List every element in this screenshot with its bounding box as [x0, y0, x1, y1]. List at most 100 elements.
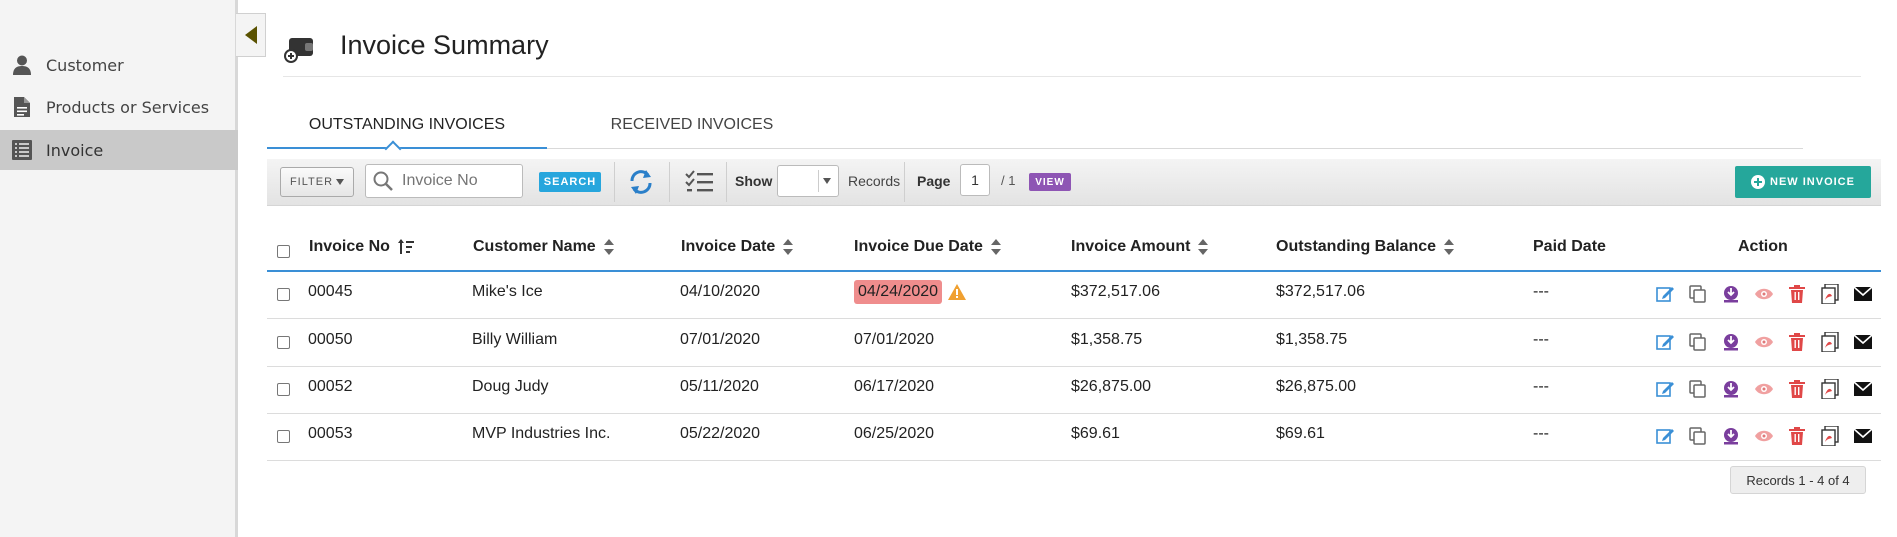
outstanding-balance-cell: $372,517.06	[1276, 283, 1365, 300]
column-header-due-date[interactable]: Invoice Due Date	[854, 238, 1001, 256]
sidebar-item-products[interactable]: Products or Services	[0, 87, 238, 127]
table-row: 00052 Doug Judy 05/11/2020 06/17/2020 $2…	[267, 366, 1881, 414]
column-label: Invoice Amount	[1071, 238, 1191, 255]
copy-icon[interactable]	[1687, 283, 1709, 305]
copy-icon[interactable]	[1687, 378, 1709, 400]
table-row: 00045 Mike's Ice 04/10/2020 04/24/2020 $…	[267, 271, 1881, 319]
toolbar-divider	[726, 162, 727, 202]
pdf-icon[interactable]	[1819, 425, 1841, 447]
outstanding-balance-cell: $26,875.00	[1276, 378, 1357, 395]
new-invoice-button[interactable]: NEW INVOICE	[1735, 166, 1871, 198]
sidebar-item-label: Products or Services	[46, 97, 210, 117]
delete-icon[interactable]	[1786, 378, 1808, 400]
records-label: Records	[848, 173, 901, 189]
pdf-icon[interactable]	[1819, 378, 1841, 400]
column-label: Invoice No	[309, 238, 390, 255]
invoice-list-icon	[10, 138, 34, 162]
edit-icon[interactable]	[1654, 425, 1676, 447]
filter-button[interactable]: FILTER	[280, 167, 354, 197]
invoice-date-cell: 07/01/2020	[680, 331, 761, 348]
records-per-page-select[interactable]	[777, 165, 839, 197]
column-header-customer-name[interactable]: Customer Name	[473, 238, 614, 256]
row-checkbox[interactable]	[277, 288, 290, 301]
view-icon[interactable]	[1753, 331, 1775, 353]
edit-icon[interactable]	[1654, 283, 1676, 305]
checklist-icon	[685, 170, 713, 192]
customer-name-cell: Doug Judy	[472, 378, 549, 395]
copy-icon[interactable]	[1687, 331, 1709, 353]
email-icon[interactable]	[1852, 425, 1874, 447]
view-icon[interactable]	[1753, 378, 1775, 400]
invoice-date-cell: 05/11/2020	[680, 378, 759, 395]
customer-name-cell: Billy William	[472, 331, 558, 348]
due-date-cell: 06/17/2020	[854, 378, 935, 395]
table-row: 00050 Billy William 07/01/2020 07/01/202…	[267, 319, 1881, 367]
delete-icon[interactable]	[1786, 425, 1808, 447]
download-icon[interactable]	[1720, 378, 1742, 400]
row-checkbox[interactable]	[277, 383, 290, 396]
edit-icon[interactable]	[1654, 331, 1676, 353]
sidebar-collapse-button[interactable]	[236, 13, 266, 57]
page-title: Invoice Summary	[340, 30, 549, 60]
caret-left-icon	[244, 26, 257, 44]
refresh-button[interactable]	[627, 168, 655, 196]
invoice-amount-cell: $1,358.75	[1071, 331, 1143, 348]
row-actions	[1654, 378, 1885, 400]
email-icon[interactable]	[1852, 378, 1874, 400]
email-icon[interactable]	[1852, 331, 1874, 353]
sidebar: Customer Products or Services Invoice	[0, 0, 238, 537]
row-actions	[1654, 331, 1885, 353]
column-select-button[interactable]	[684, 168, 714, 196]
invoice-no-cell[interactable]: 00050	[308, 331, 353, 349]
toolbar-divider	[904, 162, 905, 202]
delete-icon[interactable]	[1786, 331, 1808, 353]
column-header-invoice-no[interactable]: Invoice No	[309, 238, 414, 256]
invoice-no-cell[interactable]: 00053	[308, 425, 353, 443]
toolbar: FILTER SEARCH Show Records Page 1 / 1 VI…	[267, 159, 1881, 206]
tab-label: RECEIVED INVOICES	[610, 116, 774, 133]
user-icon	[10, 53, 34, 77]
sidebar-item-customer[interactable]: Customer	[0, 45, 238, 85]
select-all-checkbox[interactable]	[277, 245, 290, 258]
view-page-button[interactable]: VIEW	[1029, 173, 1071, 191]
plus-circle-icon	[1751, 175, 1766, 189]
sort-icon	[603, 239, 614, 255]
invoice-no-cell[interactable]: 00045	[308, 283, 353, 301]
outstanding-balance-cell: $1,358.75	[1276, 331, 1348, 348]
view-icon[interactable]	[1753, 425, 1775, 447]
download-icon[interactable]	[1720, 283, 1742, 305]
invoice-amount-cell: $372,517.06	[1071, 283, 1160, 300]
download-icon[interactable]	[1720, 331, 1742, 353]
sidebar-item-invoice[interactable]: Invoice	[0, 130, 238, 170]
tab-outstanding-invoices[interactable]: OUTSTANDING INVOICES	[267, 102, 547, 158]
page-number-input[interactable]: 1	[960, 164, 990, 196]
download-icon[interactable]	[1720, 425, 1742, 447]
edit-icon[interactable]	[1654, 378, 1676, 400]
tab-label: OUTSTANDING INVOICES	[308, 115, 506, 133]
invoice-date-cell: 05/22/2020	[680, 425, 761, 442]
copy-icon[interactable]	[1687, 425, 1709, 447]
email-icon[interactable]	[1852, 283, 1874, 305]
search-input[interactable]	[400, 171, 514, 191]
document-icon	[10, 95, 34, 119]
delete-icon[interactable]	[1786, 283, 1808, 305]
invoice-date-cell: 04/10/2020	[680, 283, 761, 300]
pdf-icon[interactable]	[1819, 283, 1841, 305]
invoice-amount-cell: $69.61	[1071, 425, 1120, 442]
page-total: / 1	[1001, 173, 1016, 188]
column-header-outstanding-balance[interactable]: Outstanding Balance	[1276, 238, 1455, 256]
sidebar-item-label: Invoice	[46, 140, 104, 160]
tab-received-invoices[interactable]: RECEIVED INVOICES	[547, 102, 837, 148]
row-checkbox[interactable]	[277, 430, 290, 443]
new-invoice-label: NEW INVOICE	[1770, 176, 1855, 188]
column-header-invoice-date[interactable]: Invoice Date	[681, 238, 794, 256]
due-date-cell: 06/25/2020	[854, 425, 935, 442]
search-field	[365, 164, 523, 198]
pdf-icon[interactable]	[1819, 331, 1841, 353]
column-header-invoice-amount[interactable]: Invoice Amount	[1071, 238, 1209, 256]
invoice-no-cell[interactable]: 00052	[308, 378, 353, 396]
search-button[interactable]: SEARCH	[539, 172, 601, 192]
row-actions	[1654, 425, 1885, 447]
view-icon[interactable]	[1753, 283, 1775, 305]
row-checkbox[interactable]	[277, 336, 290, 349]
